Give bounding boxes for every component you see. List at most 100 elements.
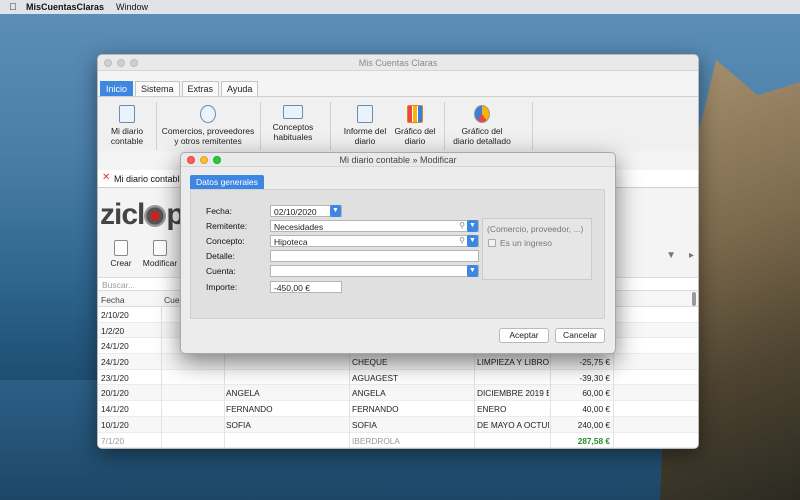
importe-value: -450,00 € (274, 283, 310, 293)
table-row[interactable]: 23/1/20 AGUAGEST -39,30 € (98, 369, 698, 386)
search-icon[interactable]: ⚲ (459, 221, 465, 230)
ribbon-label: y otros remitentes (174, 136, 242, 146)
table-row[interactable]: 24/1/20 CHEQUE LIMPIEZA Y LIBRO D -25,75 € (98, 354, 698, 370)
cell-date: 23/1/20 (101, 372, 129, 383)
menu-app-name[interactable]: MisCuentasClaras (26, 2, 104, 12)
column-divider (161, 307, 162, 448)
cell-importe: -39,30 € (579, 372, 610, 383)
dialog-zoom-button[interactable] (213, 156, 221, 164)
cell-date: 24/1/20 (101, 341, 129, 352)
main-titlebar: Mis Cuentas Claras (98, 55, 698, 71)
chevron-down-icon[interactable]: ▼ (467, 235, 478, 247)
ribbon-divider (532, 102, 533, 150)
cell-remitente: ANGELA (226, 388, 260, 399)
ribbon-label: habituales (273, 132, 313, 142)
cell-detalle: LIMPIEZA Y LIBRO D (477, 357, 549, 368)
form-panel: Fecha: 02/10/2020 ▼ Remitente: Necesidad… (190, 189, 605, 319)
ribbon-comercios-button[interactable]: Comercios, proveedores y otros remitente… (158, 105, 258, 146)
ribbon-label: diario detallado (453, 136, 511, 146)
ribbon-label: Informe del (343, 126, 387, 136)
close-icon[interactable]: ✕ (102, 172, 110, 183)
table-row[interactable]: 7/1/20 IBERDROLA 287,58 € (98, 432, 698, 448)
fecha-field[interactable]: 02/10/2020 ▼ (270, 205, 342, 217)
chevron-down-icon[interactable]: ▼ (467, 265, 478, 277)
search-icon[interactable]: ⚲ (459, 236, 465, 245)
cell-date: 2/10/20 (101, 310, 129, 320)
dialog-minimize-button[interactable] (200, 156, 208, 164)
menu-window[interactable]: Window (116, 2, 148, 12)
header-date[interactable]: Fecha (101, 295, 125, 305)
ribbon-divider (444, 102, 445, 150)
create-button[interactable]: Crear (106, 240, 136, 268)
fecha-label: Fecha: (206, 206, 232, 216)
ribbon-label: Conceptos (272, 122, 314, 132)
minimize-window-button[interactable] (117, 59, 125, 67)
brand-logo: zicl p (100, 198, 185, 232)
cell-date: 7/1/20 (101, 435, 125, 446)
cell-detalle: DICIEMBRE 2019 EN (477, 388, 549, 399)
scrollbar[interactable] (692, 292, 696, 306)
table-row[interactable]: 10/1/20 SOFIA SOFIA DE MAYO A OCTUN 240,00 € (98, 416, 698, 433)
table-row[interactable]: 14/1/20 FERNANDO FERNANDO ENERO 40,00 € (98, 401, 698, 417)
menu-bar:  MisCuentasClaras Window (0, 0, 800, 14)
ribbon-conceptos-button[interactable]: Conceptos habituales (264, 105, 322, 142)
cell-concepto: SOFIA (352, 419, 377, 430)
sender-placeholder: (Comercio, proveedor, ...) (487, 224, 584, 234)
ribbon-label: diario (354, 136, 376, 146)
table-row[interactable]: 20/1/20 ANGELA ANGELA DICIEMBRE 2019 EN 60,0… (98, 385, 698, 402)
ribbon-label: Comercios, proveedores (161, 126, 255, 136)
ribbon-diario-button[interactable]: Mi diario contable (102, 105, 152, 146)
cell-date: 20/1/20 (101, 388, 129, 399)
tab-datos-generales[interactable]: Datos generales (190, 175, 264, 189)
apple-icon[interactable]:  (0, 2, 26, 13)
cell-importe: 40,00 € (582, 404, 610, 415)
tab-inicio[interactable]: Inicio (100, 81, 134, 96)
cell-remitente: SOFIA (226, 419, 251, 430)
detalle-label: Detalle: (206, 251, 235, 261)
ribbon-label: Mi diario (110, 126, 144, 136)
accept-button[interactable]: Aceptar (499, 328, 549, 343)
concepto-value: Hipoteca (274, 237, 308, 247)
ribbon-grafico-button[interactable]: Gráfico del diario (390, 105, 440, 146)
cell-detalle: ENERO (477, 404, 507, 415)
ledger-icon (119, 105, 135, 123)
tab-sistema[interactable]: Sistema (135, 81, 180, 96)
concepto-label: Concepto: (206, 236, 245, 246)
arrow-icon[interactable]: ▸ (689, 250, 694, 261)
modify-icon (153, 240, 167, 256)
importe-field[interactable]: -450,00 € (270, 281, 342, 293)
remitente-field[interactable]: Necesidades ⚲ ▼ (270, 220, 479, 232)
zoom-window-button[interactable] (130, 59, 138, 67)
people-icon (200, 105, 216, 123)
fecha-value: 02/10/2020 (274, 207, 317, 217)
dialog-titlebar: Mi diario contable » Modificar (181, 153, 615, 167)
report-icon (357, 105, 373, 123)
cell-detalle: DE MAYO A OCTUN (477, 419, 549, 430)
detalle-field[interactable] (270, 250, 479, 262)
ribbon-grafico-detallado-button[interactable]: Gráfico del diario detallado (450, 105, 514, 146)
cuenta-select[interactable]: ▼ (270, 265, 479, 277)
cell-concepto: AGUAGEST (352, 372, 399, 383)
modify-button[interactable]: Modificar (140, 240, 180, 268)
sender-info-box: (Comercio, proveedor, ...) Es un ingreso (482, 218, 592, 280)
tab-ayuda[interactable]: Ayuda (221, 81, 259, 96)
ribbon-label: diario (404, 136, 426, 146)
close-window-button[interactable] (104, 59, 112, 67)
cell-concepto: FERNANDO (352, 404, 399, 415)
ribbon-label: contable (110, 136, 144, 146)
chevron-down-icon[interactable]: ▼ (467, 220, 478, 232)
filter-icon[interactable]: ▼ (666, 250, 676, 261)
income-checkbox[interactable] (488, 239, 496, 247)
concepto-field[interactable]: Hipoteca ⚲ ▼ (270, 235, 479, 247)
ribbon-informe-button[interactable]: Informe del diario (340, 105, 390, 146)
calendar-dropdown-icon[interactable]: ▼ (330, 205, 341, 217)
cuenta-label: Cuenta: (206, 266, 236, 276)
ribbon: Mi diario contable Comercios, proveedore… (98, 96, 698, 151)
dialog-close-button[interactable] (187, 156, 195, 164)
remitente-value: Necesidades (274, 222, 324, 232)
income-checkbox-label: Es un ingreso (500, 238, 552, 248)
cell-concepto: CHEQUE (352, 357, 388, 368)
logo-o-icon (144, 205, 167, 228)
cancel-button[interactable]: Cancelar (555, 328, 605, 343)
tab-extras[interactable]: Extras (181, 81, 220, 96)
